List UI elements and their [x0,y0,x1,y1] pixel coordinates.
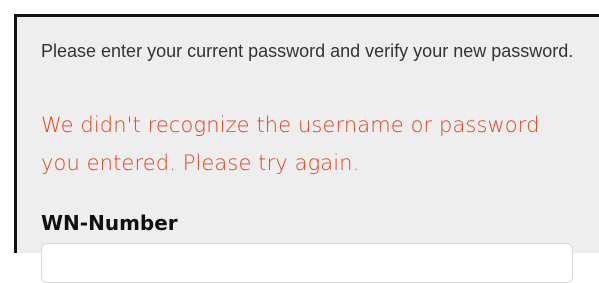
wn-number-label: WN-Number [41,211,178,235]
wn-number-input[interactable] [41,243,573,283]
form-instructions: Please enter your current password and v… [41,41,574,61]
change-password-form-panel: Please enter your current password and v… [14,14,599,283]
login-error-message: We didn't recognize the username or pass… [41,113,540,175]
